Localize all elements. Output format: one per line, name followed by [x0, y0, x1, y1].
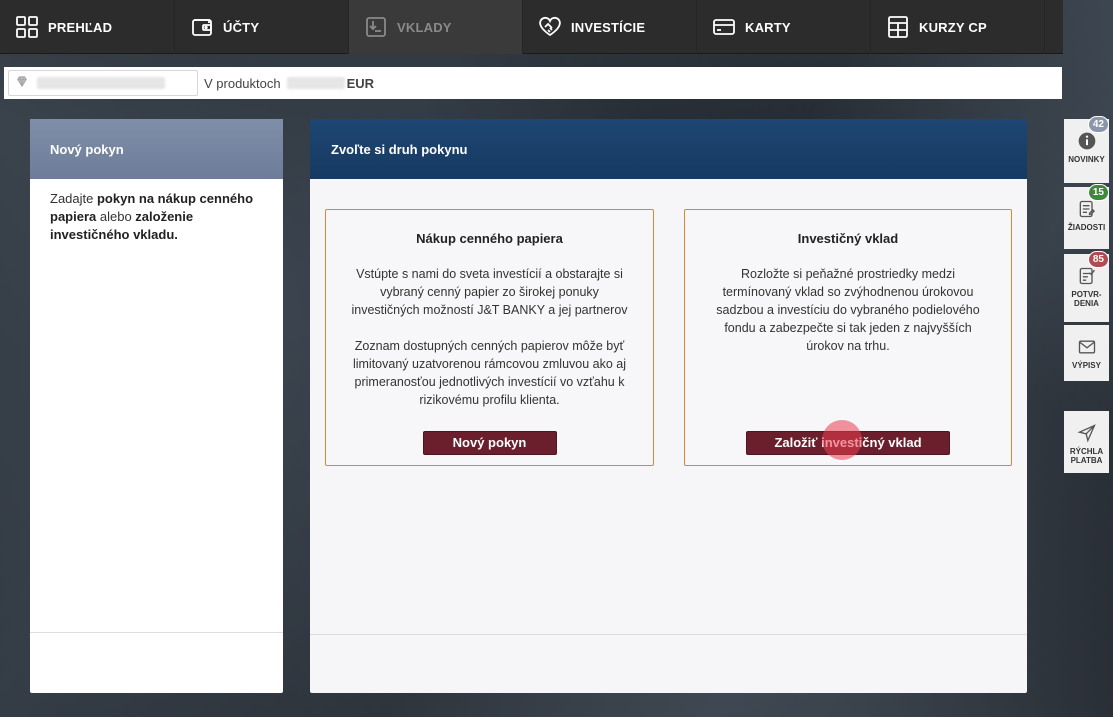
new-order-button[interactable]: Nový pokyn	[422, 431, 557, 455]
card-securities-purchase: Nákup cenného papiera Vstúpte s nami do …	[325, 209, 654, 466]
send-icon	[1076, 424, 1096, 443]
card-paragraph: Vstúpte s nami do sveta investícií a obs…	[351, 267, 628, 317]
grid-icon	[14, 14, 40, 40]
handshake-icon	[537, 14, 563, 40]
sidebar-item-label: ŽIADOSTI	[1067, 223, 1106, 232]
nav-item-vklady[interactable]: VKLADY	[349, 0, 523, 54]
card-paragraph: Rozložte si peňažné prostriedky medzi te…	[716, 267, 980, 353]
nav-item-label: KARTY	[745, 19, 791, 35]
new-order-panel: Nový pokyn Zadajte pokyn na nákup cennéh…	[30, 119, 283, 693]
sidebar-item-ziadosti[interactable]: ŽIADOSTI 15	[1064, 184, 1109, 249]
count-badge: 85	[1087, 251, 1109, 268]
info-icon	[1078, 132, 1095, 150]
nav-item-prehlad[interactable]: PREHĽAD	[0, 0, 175, 54]
wallet-icon	[189, 14, 215, 40]
nav-item-label: VKLADY	[397, 19, 452, 35]
sidebar-item-rychla-platba[interactable]: RÝCHLA PLATBA	[1064, 411, 1109, 473]
in-products-label: V produktoch	[204, 75, 281, 91]
panel-divider	[310, 634, 1027, 635]
sidebar-item-label: NOVINKY	[1068, 155, 1105, 164]
sidebar-item-label-line1: POTVR-	[1071, 290, 1102, 299]
nav-item-label: PREHĽAD	[48, 19, 113, 35]
table-icon	[885, 14, 911, 40]
panel-divider	[30, 632, 283, 633]
form-icon	[1079, 200, 1095, 218]
account-selector[interactable]	[8, 70, 198, 96]
nav-item-label: KURZY CP	[919, 19, 987, 35]
nav-item-label: INVESTÍCIE	[571, 19, 646, 35]
count-badge: 42	[1087, 116, 1109, 133]
top-navigation: PREHĽAD ÚČTY VKLADY INVESTÍCIE KARTY KUR…	[0, 0, 1063, 54]
card-paragraph: Zoznam dostupných cenných papierov môže …	[352, 339, 627, 407]
deposit-icon	[363, 14, 389, 40]
card-investment-deposit: Investičný vklad Rozložte si peňažné pro…	[684, 209, 1012, 466]
sidebar-item-vypisy[interactable]: VÝPISY	[1064, 325, 1109, 381]
sidebar-item-label: VÝPISY	[1072, 361, 1101, 370]
count-badge: 15	[1087, 184, 1109, 201]
panel-description: Zadajte pokyn na nákup cenného papiera a…	[50, 191, 254, 242]
card-title: Investičný vklad	[797, 231, 899, 246]
sidebar-item-potvrdenia[interactable]: POTVR- DENIA 85	[1064, 251, 1109, 322]
panel-title: Zvoľte si druh pokynu	[310, 119, 1027, 179]
currency-label: EUR	[346, 75, 375, 91]
card-title: Nákup cenného papiera	[416, 231, 563, 246]
confirm-icon	[1079, 267, 1095, 285]
sidebar-item-label-line2: DENIA	[1074, 299, 1099, 308]
main-content: Nový pokyn Zadajte pokyn na nákup cennéh…	[4, 99, 1062, 711]
sidebar-item-novinky[interactable]: NOVINKY 42	[1064, 116, 1109, 183]
account-name-redacted	[37, 77, 165, 89]
amount-redacted	[286, 77, 345, 89]
nav-item-ucty[interactable]: ÚČTY	[175, 0, 349, 54]
diamond-icon	[15, 75, 29, 92]
order-type-panel: Zvoľte si druh pokynu Nákup cenného papi…	[310, 119, 1027, 693]
nav-item-karty[interactable]: KARTY	[697, 0, 871, 54]
panel-title: Nový pokyn	[30, 119, 283, 179]
nav-item-investicie[interactable]: INVESTÍCIE	[523, 0, 697, 54]
nav-item-kurzy-cp[interactable]: KURZY CP	[871, 0, 1045, 54]
sidebar-item-label-line1: RÝCHLA	[1069, 447, 1104, 456]
create-investment-deposit-button[interactable]: Založiť investičný vklad	[746, 431, 950, 455]
card-icon	[711, 14, 737, 40]
account-info-bar: V produktoch EUR	[4, 67, 1062, 99]
sidebar-item-label-line2: PLATBA	[1070, 456, 1103, 465]
envelope-icon	[1078, 340, 1095, 354]
nav-item-label: ÚČTY	[223, 19, 260, 35]
